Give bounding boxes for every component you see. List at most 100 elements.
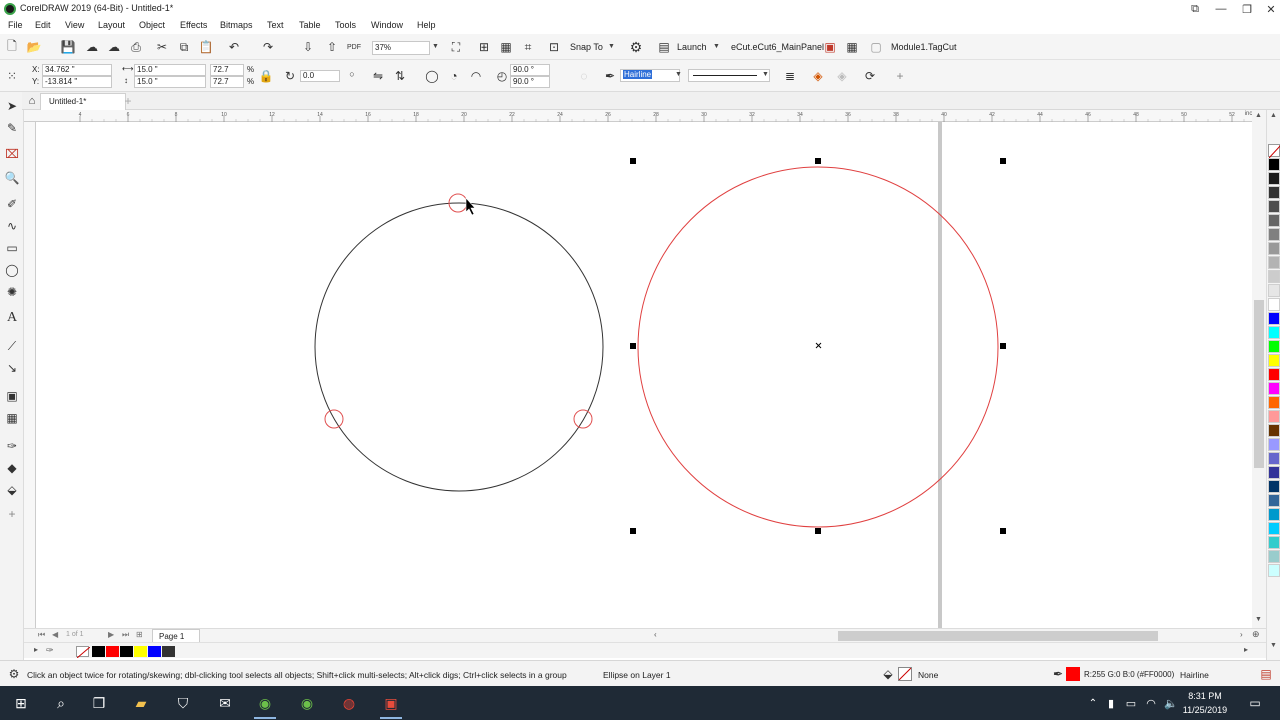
interactive-fill-icon[interactable]: ◆ [4, 460, 20, 476]
smart-fill-icon[interactable]: ⬙ [4, 482, 20, 498]
outline-pen-icon[interactable]: ✒ [602, 68, 618, 84]
palette-swatch[interactable] [1268, 424, 1280, 437]
search-icon[interactable]: ⌕ [46, 691, 76, 715]
menu-window[interactable]: Window [371, 20, 403, 30]
color-proof-icon[interactable]: ▤ [1258, 666, 1274, 682]
menu-edit[interactable]: Edit [35, 20, 51, 30]
connector-tool-icon[interactable]: ↘ [4, 360, 20, 376]
full-screen-icon[interactable]: ⛶ [448, 39, 464, 55]
handle-middle-right[interactable] [1000, 343, 1006, 349]
zoom-dropdown-icon[interactable]: ▼ [432, 43, 439, 50]
outline-pen-status-icon[interactable]: ✒ [1050, 666, 1066, 682]
cloud-download-icon[interactable]: ☁ [106, 39, 122, 55]
y-position-field[interactable]: -13.814 " [42, 76, 112, 88]
width-field[interactable]: 15.0 " [134, 64, 206, 76]
menu-view[interactable]: View [65, 20, 84, 30]
ellipse-tool-icon[interactable]: ◯ [4, 262, 20, 278]
ecut-tool-icon[interactable]: ▣ [822, 39, 838, 55]
doc-palette-eyedropper-icon[interactable]: ✑ [46, 645, 54, 656]
fill-none-swatch[interactable] [898, 667, 912, 681]
palette-swatch[interactable] [1268, 452, 1280, 465]
palette-swatch[interactable] [1268, 494, 1280, 507]
palette-swatch[interactable] [1268, 200, 1280, 213]
vertical-scrollbar[interactable]: ▲ ▼ [1252, 110, 1266, 628]
palette-swatch[interactable] [1268, 312, 1280, 325]
shape-tool-icon[interactable]: ✎ [4, 120, 20, 136]
vertical-ruler[interactable] [24, 122, 36, 628]
selected-red-ellipse[interactable] [637, 166, 999, 528]
doc-palette-swatch[interactable] [120, 646, 133, 657]
export-icon[interactable]: ⇧ [324, 39, 340, 55]
launch-label[interactable]: Launch [677, 42, 707, 52]
palette-swatch[interactable] [1268, 158, 1280, 171]
save-icon[interactable]: 💾 [60, 39, 76, 55]
help-window-icon[interactable]: ⧉ [1182, 0, 1208, 18]
palette-swatch[interactable] [1268, 382, 1280, 395]
document-tab[interactable]: Untitled-1* [40, 93, 126, 110]
combine-icon[interactable]: ◈ [834, 68, 850, 84]
outline-color-swatch[interactable] [1066, 667, 1080, 681]
palette-swatch[interactable] [1268, 242, 1280, 255]
snap-dropdown-icon[interactable]: ▼ [608, 43, 615, 50]
hscroll-left-icon[interactable]: ‹ [654, 630, 657, 639]
palette-swatch[interactable] [1268, 298, 1280, 311]
palette-swatch[interactable] [1268, 480, 1280, 493]
mail-icon[interactable]: ✉ [210, 691, 240, 715]
corel-second-taskbar-icon[interactable]: ◉ [292, 691, 322, 715]
palette-swatch[interactable] [1268, 186, 1280, 199]
handle-top-left[interactable] [630, 158, 636, 164]
horizontal-ruler[interactable]: 4 6 8 10 12 14 16 18 20 22 24 26 28 30 32 34 36 38 40 42 44 4… [24, 110, 1269, 122]
launch-icon[interactable]: ▤ [656, 39, 672, 55]
copy-icon[interactable]: ⧉ [176, 39, 192, 55]
redo-icon[interactable]: ↷ [260, 39, 276, 55]
coreldraw-taskbar-icon[interactable]: ◉ [250, 691, 280, 719]
menu-object[interactable]: Object [139, 20, 165, 30]
parallel-dimension-icon[interactable]: ⟋ [4, 338, 20, 354]
menu-help[interactable]: Help [417, 20, 436, 30]
doc-palette-swatch[interactable] [148, 646, 161, 657]
open-folder-icon[interactable]: 📂 [26, 39, 42, 55]
lock-ratio-icon[interactable]: 🔒 [258, 68, 274, 84]
print-icon[interactable]: ⎙ [128, 39, 144, 55]
zoom-level-field[interactable]: 37% [372, 41, 430, 55]
x-position-field[interactable]: 34.762 " [42, 64, 112, 76]
palette-swatch[interactable] [1268, 438, 1280, 451]
file-explorer-icon[interactable]: ▰ [126, 691, 156, 715]
scroll-up-icon[interactable]: ▲ [1255, 112, 1262, 119]
line-style-dropdown-icon[interactable]: ▼ [762, 71, 769, 78]
show-guidelines-icon[interactable]: ⌗ [520, 39, 536, 55]
palette-scroll-up-icon[interactable]: ▲ [1270, 112, 1277, 119]
store-icon[interactable]: ⛉ [168, 691, 198, 715]
menu-table[interactable]: Table [299, 20, 321, 30]
palette-swatch[interactable] [1268, 214, 1280, 227]
system-clock[interactable]: 8:31 PM 11/25/2019 [1170, 689, 1240, 717]
palette-swatch[interactable] [1268, 508, 1280, 521]
menu-bitmaps[interactable]: Bitmaps [220, 20, 253, 30]
reference-point-icon[interactable]: ⁙ [4, 68, 20, 84]
calendar-icon[interactable]: ▦ [844, 39, 860, 55]
mirror-horizontal-icon[interactable]: ⇋ [370, 68, 386, 84]
doc-palette-scroll-icon[interactable]: ▸ [1244, 645, 1248, 654]
palette-swatch[interactable] [1268, 536, 1280, 549]
paste-icon[interactable]: 📋 [198, 39, 214, 55]
module-icon[interactable]: ▢ [868, 39, 884, 55]
convert-to-curves-icon[interactable]: ⟳ [862, 68, 878, 84]
notifications-icon[interactable]: ▭ [1240, 691, 1270, 715]
rotation-field[interactable]: 0.0 [300, 70, 340, 82]
menu-file[interactable]: File [8, 20, 23, 30]
cloud-upload-icon[interactable]: ☁ [84, 39, 100, 55]
restore-button[interactable]: ❐ [1234, 0, 1260, 18]
color-eyedropper-icon[interactable]: ✑ [4, 438, 20, 454]
rectangle-tool-icon[interactable]: ▭ [4, 240, 20, 256]
close-button[interactable]: ✕ [1258, 0, 1280, 18]
palette-swatch[interactable] [1268, 326, 1280, 339]
publish-pdf-icon[interactable]: PDF [346, 39, 362, 55]
mirror-vertical-icon[interactable]: ⇅ [392, 68, 408, 84]
polygon-tool-icon[interactable]: ✺ [4, 284, 20, 300]
handle-bottom-center[interactable] [815, 528, 821, 534]
wrap-text-icon[interactable]: ≣ [782, 68, 798, 84]
arc-shape-icon[interactable]: ◠ [468, 68, 484, 84]
end-angle-field[interactable]: 90.0 ° [510, 76, 550, 88]
scale-y-field[interactable]: 72.7 [210, 76, 244, 88]
launch-dropdown-icon[interactable]: ▼ [713, 43, 720, 50]
